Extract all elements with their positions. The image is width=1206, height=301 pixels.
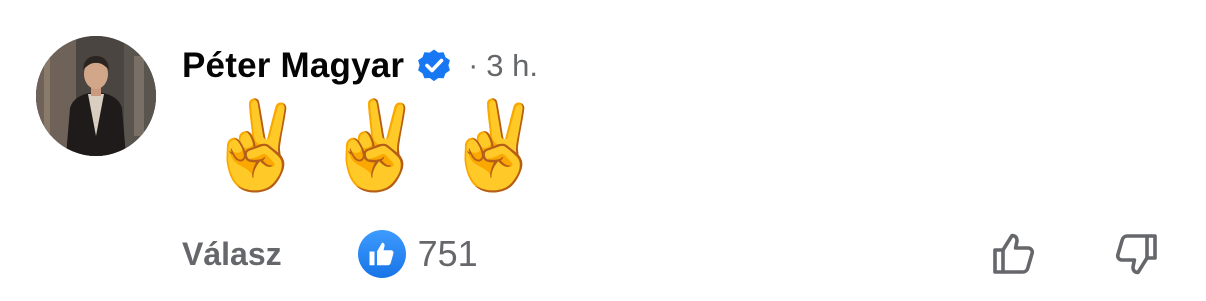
thumbs-down-outline-icon <box>1115 234 1157 275</box>
author-name[interactable]: Péter Magyar <box>182 46 404 86</box>
comment-body: ✌️✌️✌️ <box>203 96 561 196</box>
separator-dot: · <box>468 49 479 82</box>
avatar[interactable] <box>36 36 156 156</box>
like-button[interactable] <box>988 228 1040 280</box>
reaction-summary[interactable]: 751 <box>357 230 478 278</box>
dislike-button[interactable] <box>1110 228 1162 280</box>
verified-badge-icon <box>416 48 452 84</box>
thumbs-up-outline-icon <box>993 233 1035 274</box>
comment-header: Péter Magyar · 3 h. <box>182 40 538 92</box>
thumbs-up-icon <box>357 230 406 278</box>
reply-button[interactable]: Válasz <box>182 236 282 273</box>
reaction-count: 751 <box>417 233 478 274</box>
avatar-photo <box>36 36 156 156</box>
timestamp[interactable]: 3 h. <box>486 48 538 84</box>
comment-actions: Válasz 751 <box>182 228 478 280</box>
